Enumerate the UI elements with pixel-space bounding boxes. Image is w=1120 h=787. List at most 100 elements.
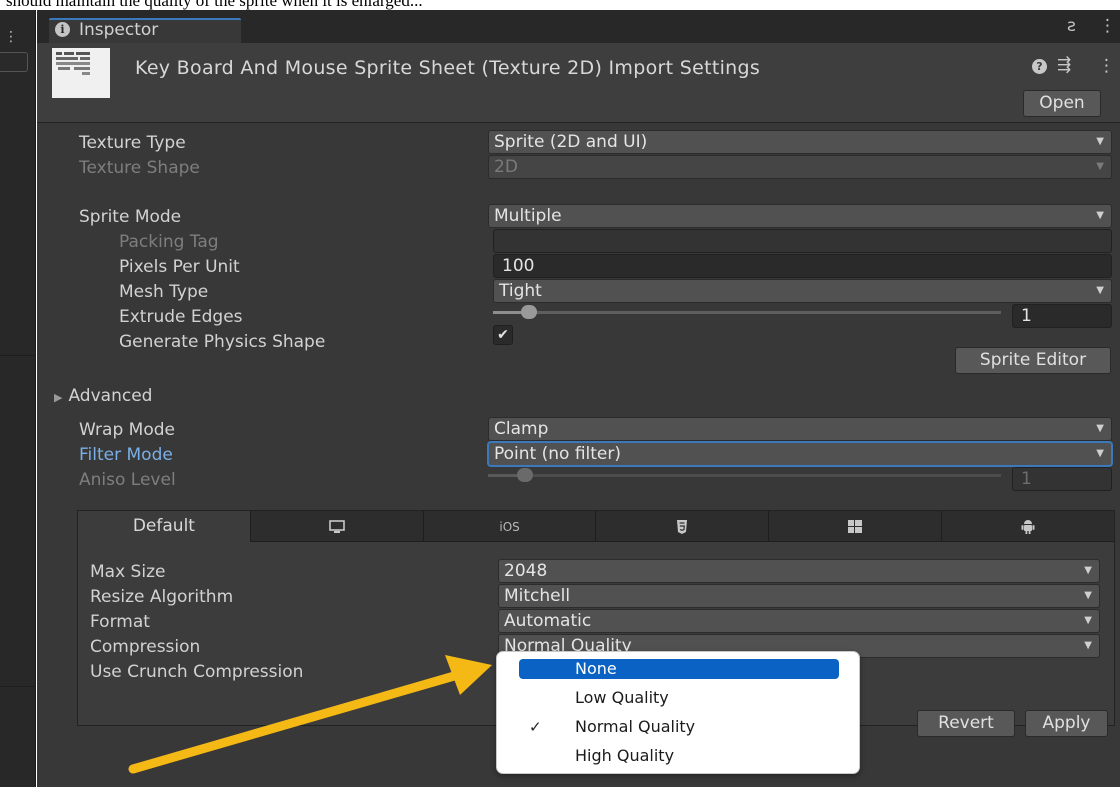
slider-thumb[interactable] — [521, 305, 538, 319]
packing-tag-label: Packing Tag — [119, 232, 219, 252]
format-dropdown[interactable]: Automatic ▼ — [498, 609, 1100, 633]
tab-label: Default — [132, 516, 195, 536]
dropdown-value: 2D — [494, 157, 518, 177]
divider — [0, 686, 36, 687]
foldout-arrow-icon: ▶ — [54, 391, 63, 404]
chevron-down-icon: ▼ — [1084, 640, 1092, 651]
dropdown-value: 2048 — [504, 561, 548, 581]
tab-inspector[interactable]: i Inspector — [49, 18, 241, 43]
asset-header: Key Board And Mouse Sprite Sheet (Textur… — [37, 43, 1120, 123]
divider — [0, 355, 36, 356]
texture-shape-dropdown: 2D ▼ — [488, 155, 1112, 179]
aniso-level-slider — [488, 468, 1001, 482]
checkmark-icon: ✓ — [529, 718, 542, 736]
chevron-down-icon: ▼ — [1096, 448, 1104, 459]
checkmark-icon: ✔ — [497, 327, 509, 343]
option-label: Normal Quality — [575, 717, 696, 736]
chevron-down-icon: ▼ — [1096, 423, 1104, 434]
max-size-dropdown[interactable]: 2048 ▼ — [498, 559, 1100, 583]
dropdown-value: Multiple — [494, 206, 562, 226]
kebab-menu-icon[interactable]: ⋮ — [1099, 16, 1116, 36]
compression-label: Compression — [90, 637, 201, 657]
resize-algorithm-dropdown[interactable]: Mitchell ▼ — [498, 584, 1100, 608]
monitor-icon — [328, 519, 345, 533]
preset-sliders-icon[interactable]: ⇶ — [1057, 55, 1071, 75]
wrap-mode-dropdown[interactable]: Clamp ▼ — [488, 417, 1112, 441]
lock-icon[interactable]: ƨ — [1067, 16, 1076, 36]
option-label: None — [575, 659, 617, 678]
left-search-field[interactable] — [0, 52, 28, 72]
resize-algorithm-label: Resize Algorithm — [90, 587, 234, 607]
popup-option-high-quality[interactable]: High Quality — [519, 746, 839, 766]
aniso-level-label: Aniso Level — [79, 470, 176, 490]
dropdown-value: Sprite (2D and UI) — [494, 132, 648, 152]
chevron-down-icon: ▼ — [1084, 590, 1092, 601]
format-label: Format — [90, 612, 150, 632]
option-label: High Quality — [575, 746, 675, 765]
apply-button[interactable]: Apply — [1025, 710, 1108, 737]
tab-android[interactable] — [942, 511, 1114, 542]
texture-thumbnail — [52, 48, 110, 98]
slider-thumb — [516, 468, 533, 482]
option-label: Low Quality — [575, 688, 669, 707]
open-button[interactable]: Open — [1023, 90, 1101, 117]
tab-windows[interactable] — [769, 511, 943, 542]
dropdown-value: Tight — [499, 281, 542, 301]
popup-option-normal-quality[interactable]: ✓ Normal Quality — [519, 717, 839, 737]
html5-icon — [677, 519, 688, 534]
android-icon — [1021, 520, 1035, 534]
packing-tag-field — [493, 229, 1112, 253]
advanced-foldout[interactable]: ▶ Advanced — [54, 386, 152, 406]
advanced-label: Advanced — [68, 386, 153, 406]
max-size-label: Max Size — [90, 562, 166, 582]
sprite-mode-label: Sprite Mode — [79, 207, 182, 227]
kebab-menu-icon[interactable]: ⋮ — [1098, 56, 1115, 76]
mesh-type-dropdown[interactable]: Tight ▼ — [493, 279, 1112, 303]
slider-fill — [488, 474, 519, 477]
extrude-edges-field[interactable]: 1 — [1012, 304, 1112, 328]
tab-ios[interactable]: iOS — [423, 511, 597, 542]
dropdown-value: Clamp — [494, 419, 549, 439]
tab-webgl[interactable] — [596, 511, 770, 542]
texture-type-label: Texture Type — [79, 133, 186, 153]
drag-handle-icon[interactable]: ⋮ — [4, 29, 18, 45]
filter-mode-label: Filter Mode — [79, 445, 173, 465]
extrude-edges-slider[interactable] — [493, 305, 1001, 319]
mesh-type-label: Mesh Type — [119, 282, 209, 302]
tab-standalone[interactable] — [250, 511, 424, 542]
texture-type-dropdown[interactable]: Sprite (2D and UI) ▼ — [488, 130, 1112, 154]
chevron-down-icon: ▼ — [1096, 285, 1104, 296]
slider-fill — [493, 311, 524, 314]
chevron-down-icon: ▼ — [1096, 161, 1104, 172]
tab-label: iOS — [499, 520, 520, 534]
filter-mode-dropdown[interactable]: Point (no filter) ▼ — [488, 442, 1112, 466]
chevron-down-icon: ▼ — [1096, 210, 1104, 221]
revert-button[interactable]: Revert — [917, 710, 1015, 737]
tab-bar: i Inspector ƨ ⋮ — [37, 10, 1120, 43]
chevron-down-icon: ▼ — [1084, 565, 1092, 576]
dropdown-value: Automatic — [504, 611, 592, 631]
chevron-down-icon: ▼ — [1096, 136, 1104, 147]
compression-options-popup: None Low Quality ✓ Normal Quality High Qu… — [496, 651, 860, 774]
pixels-per-unit-field[interactable]: 100 — [493, 254, 1112, 278]
generate-physics-shape-label: Generate Physics Shape — [119, 332, 326, 352]
extrude-edges-label: Extrude Edges — [119, 307, 243, 327]
texture-shape-label: Texture Shape — [79, 158, 200, 178]
tab-label: Inspector — [79, 20, 159, 40]
dropdown-value: Mitchell — [504, 586, 571, 606]
generate-physics-shape-checkbox[interactable]: ✔ — [493, 325, 513, 345]
chevron-down-icon: ▼ — [1084, 615, 1092, 626]
use-crunch-compression-label: Use Crunch Compression — [90, 662, 304, 682]
sprite-mode-dropdown[interactable]: Multiple ▼ — [488, 204, 1112, 228]
popup-option-low-quality[interactable]: Low Quality — [519, 688, 839, 708]
sprite-editor-button[interactable]: Sprite Editor — [955, 347, 1111, 374]
help-icon[interactable]: ? — [1032, 59, 1047, 74]
dropdown-value: Point (no filter) — [494, 444, 622, 464]
info-icon: i — [55, 22, 70, 37]
import-settings-title: Key Board And Mouse Sprite Sheet (Textur… — [135, 57, 761, 79]
platform-tabs: Default iOS — [78, 511, 1114, 542]
tab-default[interactable]: Default — [78, 511, 251, 542]
left-editor-panel: ⋮ — [0, 10, 36, 787]
pixels-per-unit-label: Pixels Per Unit — [119, 257, 240, 277]
popup-option-none[interactable]: None — [519, 659, 839, 679]
